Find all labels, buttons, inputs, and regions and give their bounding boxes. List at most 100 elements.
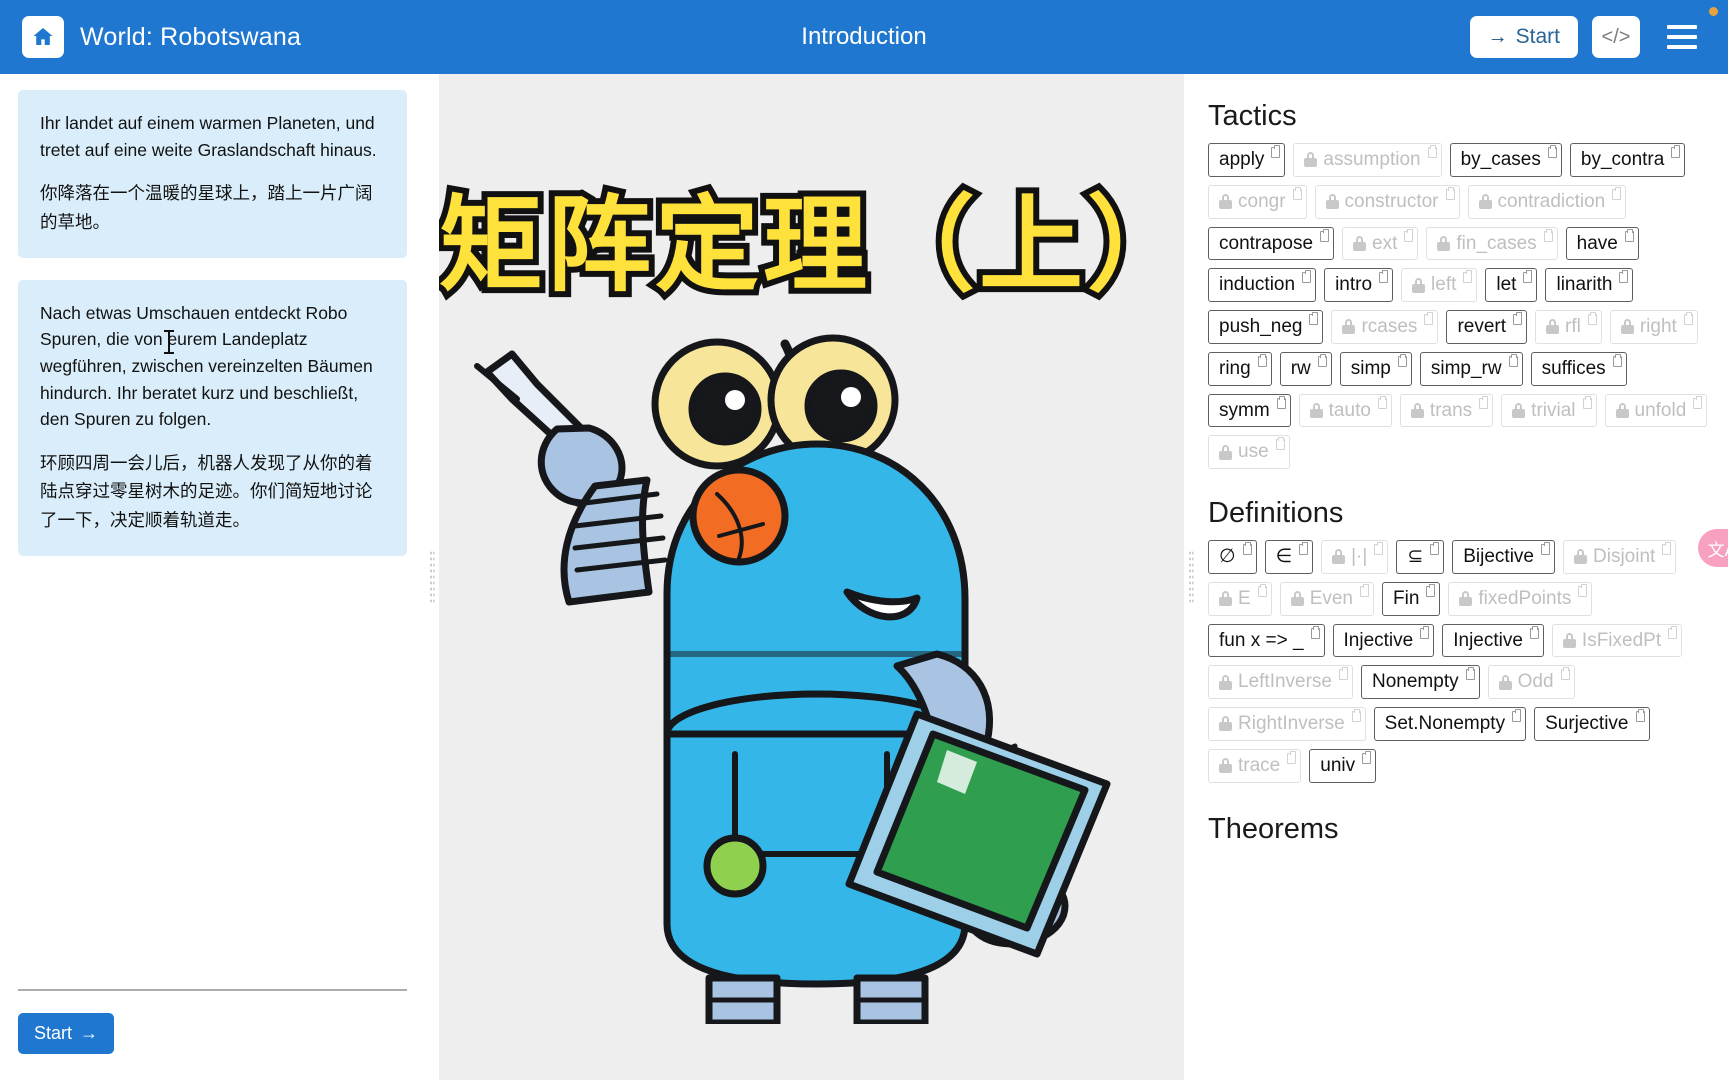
tactic-trans[interactable]: trans <box>1399 393 1494 428</box>
copy-clipboard-icon[interactable] <box>1379 270 1389 284</box>
copy-clipboard-icon[interactable] <box>1339 667 1348 681</box>
copy-clipboard-icon[interactable] <box>1302 270 1312 284</box>
tactic-right[interactable]: right <box>1609 310 1698 344</box>
tactic-tauto[interactable]: tauto <box>1298 393 1392 428</box>
translate-widget-icon[interactable]: 文A <box>1698 529 1728 567</box>
copy-clipboard-icon[interactable] <box>1619 270 1629 284</box>
tactic-simp-rw[interactable]: simp_rw <box>1419 351 1523 386</box>
copy-clipboard-icon[interactable] <box>1426 583 1436 597</box>
copy-clipboard-icon[interactable] <box>1351 709 1361 722</box>
copy-clipboard-icon[interactable] <box>1427 145 1437 158</box>
copy-clipboard-icon[interactable] <box>1693 395 1703 409</box>
tactic-apply[interactable]: apply <box>1208 143 1286 177</box>
definition-bijective[interactable]: Bijective <box>1452 540 1555 574</box>
definition-injective[interactable]: Injective <box>1442 623 1544 658</box>
tactic-left[interactable]: left <box>1401 268 1478 302</box>
tactic-contrapose[interactable]: contrapose <box>1208 226 1335 261</box>
tactic-by-cases[interactable]: by_cases <box>1449 143 1562 177</box>
copy-clipboard-icon[interactable] <box>1463 270 1473 284</box>
copy-clipboard-icon[interactable] <box>1310 625 1320 639</box>
definition-isfixedpt[interactable]: IsFixedPt <box>1551 623 1683 658</box>
copy-clipboard-icon[interactable] <box>1362 750 1372 764</box>
start-button-footer[interactable]: Start → <box>18 1013 115 1054</box>
copy-clipboard-icon[interactable] <box>1513 312 1523 325</box>
copy-clipboard-icon[interactable] <box>1465 667 1475 681</box>
copy-clipboard-icon[interactable] <box>1582 395 1592 409</box>
tactic-rw[interactable]: rw <box>1279 351 1332 386</box>
definition-disjoint[interactable]: Disjoint <box>1563 540 1677 574</box>
definition-trace[interactable]: trace <box>1208 748 1302 783</box>
tactic-assumption[interactable]: assumption <box>1293 143 1442 177</box>
tactic-use[interactable]: use <box>1208 435 1290 469</box>
copy-clipboard-icon[interactable] <box>1541 542 1550 555</box>
definition-set-nonempty[interactable]: Set.Nonempty <box>1373 707 1527 741</box>
tactic-let[interactable]: let <box>1485 268 1538 302</box>
copy-clipboard-icon[interactable] <box>1578 583 1588 597</box>
tactic-symm[interactable]: symm <box>1208 393 1291 428</box>
definition--[interactable]: |·| <box>1321 540 1389 574</box>
copy-clipboard-icon[interactable] <box>1430 542 1440 555</box>
copy-clipboard-icon[interactable] <box>1529 625 1539 639</box>
copy-clipboard-icon[interactable] <box>1420 625 1430 639</box>
copy-clipboard-icon[interactable] <box>1275 437 1285 451</box>
copy-clipboard-icon[interactable] <box>1299 542 1309 555</box>
hamburger-menu-icon[interactable] <box>1660 16 1704 58</box>
tactic-constructor[interactable]: constructor <box>1314 184 1460 219</box>
tactic-congr[interactable]: congr <box>1208 184 1307 219</box>
tactic-simp[interactable]: simp <box>1339 351 1412 386</box>
definition-rightinverse[interactable]: RightInverse <box>1208 707 1366 741</box>
definition-nonempty[interactable]: Nonempty <box>1361 665 1480 699</box>
copy-clipboard-icon[interactable] <box>1508 353 1518 367</box>
tactic-linarith[interactable]: linarith <box>1545 268 1634 302</box>
tactic-fin-cases[interactable]: fin_cases <box>1426 226 1558 261</box>
tactic-revert[interactable]: revert <box>1446 310 1528 344</box>
tactic-ring[interactable]: ring <box>1208 351 1272 386</box>
copy-clipboard-icon[interactable] <box>1257 583 1267 597</box>
tactic-trivial[interactable]: trivial <box>1501 393 1597 428</box>
copy-clipboard-icon[interactable] <box>1560 667 1570 681</box>
copy-clipboard-icon[interactable] <box>1683 312 1693 325</box>
copy-clipboard-icon[interactable] <box>1624 228 1634 242</box>
tactic-intro[interactable]: intro <box>1324 268 1394 302</box>
left-resize-handle[interactable] <box>425 74 439 1080</box>
copy-clipboard-icon[interactable] <box>1587 312 1597 325</box>
tactic-unfold[interactable]: unfold <box>1604 393 1708 428</box>
tactic-induction[interactable]: induction <box>1208 268 1317 302</box>
copy-clipboard-icon[interactable] <box>1612 186 1622 200</box>
definition-univ[interactable]: univ <box>1309 748 1377 783</box>
copy-clipboard-icon[interactable] <box>1242 542 1252 555</box>
tactic-contradiction[interactable]: contradiction <box>1467 184 1627 219</box>
tactic-rcases[interactable]: rcases <box>1331 310 1439 344</box>
right-resize-handle[interactable] <box>1184 74 1198 1080</box>
definition-fun-x-[interactable]: fun x => _ <box>1208 623 1325 658</box>
copy-clipboard-icon[interactable] <box>1668 625 1678 639</box>
tactic-have[interactable]: have <box>1565 226 1639 261</box>
tactic-suffices[interactable]: suffices <box>1530 351 1627 386</box>
copy-clipboard-icon[interactable] <box>1612 353 1622 367</box>
copy-clipboard-icon[interactable] <box>1287 750 1297 764</box>
copy-clipboard-icon[interactable] <box>1271 145 1281 158</box>
home-icon[interactable] <box>22 16 64 58</box>
copy-clipboard-icon[interactable] <box>1292 186 1302 200</box>
copy-clipboard-icon[interactable] <box>1523 270 1533 284</box>
copy-clipboard-icon[interactable] <box>1671 145 1681 158</box>
copy-clipboard-icon[interactable] <box>1397 353 1407 367</box>
copy-clipboard-icon[interactable] <box>1320 228 1330 242</box>
definition-fin[interactable]: Fin <box>1382 581 1441 616</box>
definition--[interactable]: ∅ <box>1208 540 1257 574</box>
definition--[interactable]: ∈ <box>1264 540 1314 574</box>
copy-clipboard-icon[interactable] <box>1512 709 1522 722</box>
tactic-ext[interactable]: ext <box>1342 226 1419 261</box>
definition-surjective[interactable]: Surjective <box>1534 707 1650 741</box>
copy-clipboard-icon[interactable] <box>1479 395 1489 409</box>
tactic-by-contra[interactable]: by_contra <box>1569 143 1686 177</box>
definition-injective[interactable]: Injective <box>1332 623 1435 658</box>
definition-fixedpoints[interactable]: fixedPoints <box>1448 581 1593 616</box>
copy-clipboard-icon[interactable] <box>1404 228 1414 242</box>
definition-e[interactable]: E <box>1208 581 1272 616</box>
tactic-push-neg[interactable]: push_neg <box>1208 310 1324 344</box>
copy-clipboard-icon[interactable] <box>1276 395 1286 409</box>
copy-clipboard-icon[interactable] <box>1635 709 1645 722</box>
start-button-header[interactable]: → Start <box>1469 16 1578 58</box>
copy-clipboard-icon[interactable] <box>1317 353 1327 367</box>
